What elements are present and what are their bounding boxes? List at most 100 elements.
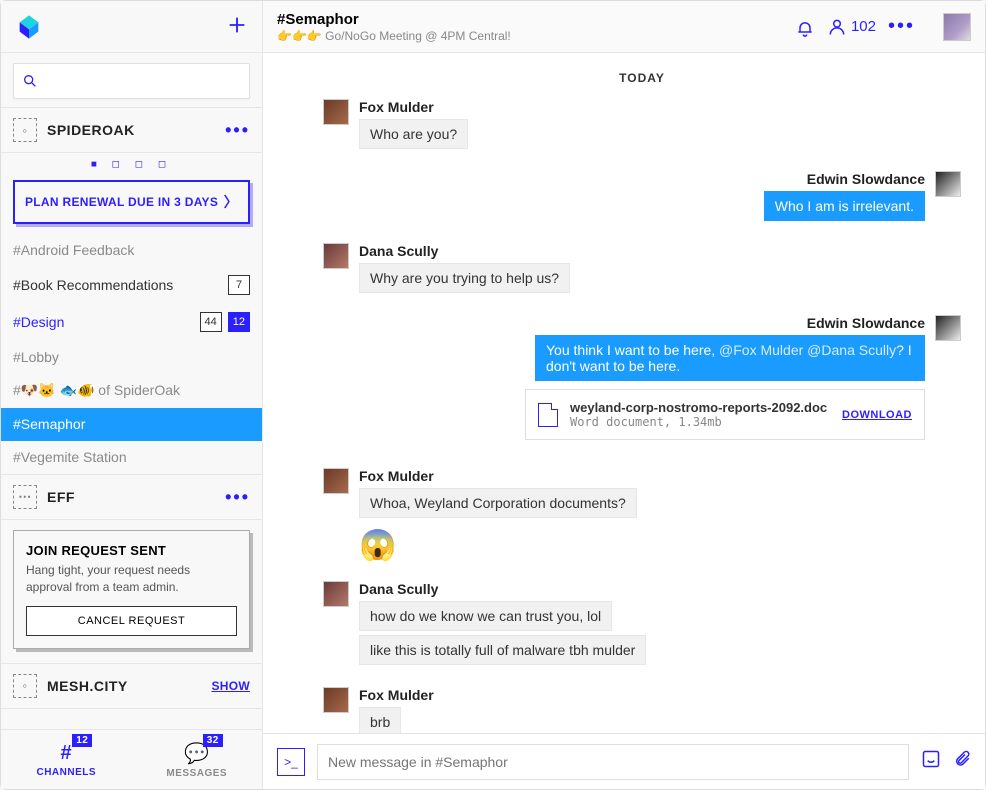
mention[interactable]: @Dana Scully [807, 342, 896, 358]
message-bubble: like this is totally full of malware tbh… [359, 635, 646, 665]
message-input[interactable] [317, 744, 909, 780]
current-user-avatar[interactable] [943, 13, 971, 41]
unread-badge: 12 [228, 312, 250, 332]
mention[interactable]: @Fox Mulder [719, 342, 803, 358]
chat-scroll: TODAY Fox Mulder Who are you? Edwin Slow… [263, 53, 985, 733]
team-menu-icon[interactable]: ••• [225, 487, 250, 508]
attach-icon[interactable] [953, 749, 971, 774]
message: Fox Mulder Who are you? [323, 99, 961, 153]
count-badge: 7 [228, 275, 250, 295]
topbar: #Semaphor 👉👉👉 Go/NoGo Meeting @ 4PM Cent… [263, 1, 985, 53]
team-icon: ⋯ [13, 485, 37, 509]
renewal-banner[interactable]: PLAN RENEWAL DUE IN 3 DAYS 〉 [13, 180, 250, 224]
show-link[interactable]: SHOW [211, 679, 250, 693]
message-bubble: how do we know we can trust you, lol [359, 601, 612, 631]
file-icon [538, 403, 558, 427]
avatar [323, 468, 349, 494]
sender-name: Fox Mulder [359, 687, 434, 703]
channel-books[interactable]: #Book Recommendations 7 [1, 267, 262, 304]
chevron-right-icon: 〉 [224, 192, 238, 212]
avatar [323, 99, 349, 125]
sender-name: Edwin Slowdance [764, 171, 925, 187]
team-menu-icon[interactable]: ••• [225, 120, 250, 141]
download-link[interactable]: DOWNLOAD [842, 409, 912, 421]
channel-android[interactable]: #Android Feedback [1, 234, 262, 267]
message-bubble: You think I want to be here, @Fox Mulder… [535, 335, 925, 381]
sender-name: Dana Scully [359, 243, 570, 259]
file-meta: Word document, 1.34mb [570, 415, 827, 429]
channel-subtitle: 👉👉👉 Go/NoGo Meeting @ 4PM Central! [277, 29, 511, 43]
message-bubble: brb [359, 707, 401, 733]
members-count: 102 [851, 18, 876, 35]
team-eff-header[interactable]: ⋯ EFF ••• [1, 474, 262, 520]
sender-name: Fox Mulder [359, 468, 637, 484]
join-title: JOIN REQUEST SENT [26, 543, 237, 558]
team-mesh-header[interactable]: ◦ MESH.CITY SHOW [1, 663, 262, 709]
avatar [323, 581, 349, 607]
tab-label: CHANNELS [36, 767, 96, 778]
date-divider: TODAY [323, 71, 961, 85]
join-request-card: JOIN REQUEST SENT Hang tight, your reque… [13, 530, 250, 649]
sender-name: Fox Mulder [359, 99, 468, 115]
message: Dana Scully Why are you trying to help u… [323, 243, 961, 297]
channel-design[interactable]: #Design 44 12 [1, 304, 262, 341]
message-bubble: Who are you? [359, 119, 468, 149]
message-bubble: Who I am is irrelevant. [764, 191, 925, 221]
sidebar-top [1, 1, 262, 53]
channel-title: #Semaphor [277, 11, 511, 28]
banner-text: PLAN RENEWAL DUE IN 3 DAYS [25, 195, 218, 209]
app-logo [15, 13, 43, 41]
members-icon[interactable]: 102 [827, 17, 876, 37]
more-icon[interactable]: ••• [888, 15, 915, 38]
main: #Semaphor 👉👉👉 Go/NoGo Meeting @ 4PM Cent… [263, 1, 985, 789]
command-icon[interactable]: >_ [277, 748, 305, 776]
add-icon[interactable] [226, 11, 248, 43]
reaction-emoji: 😱 [359, 528, 637, 563]
file-name: weyland-corp-nostromo-reports-2092.doc [570, 400, 827, 415]
tab-channels[interactable]: 12 # CHANNELS [1, 730, 132, 789]
attachment[interactable]: weyland-corp-nostromo-reports-2092.doc W… [525, 389, 925, 440]
avatar [935, 171, 961, 197]
message: Fox Mulder brb [323, 687, 961, 733]
search-box[interactable] [13, 63, 250, 99]
channels-badge: 12 [72, 734, 92, 747]
team-spideroak-header[interactable]: ◦ SPIDEROAK ••• [1, 107, 262, 153]
count-badge: 44 [200, 312, 222, 332]
channel-semaphor[interactable]: #Semaphor [1, 408, 262, 441]
composer: >_ [263, 733, 985, 789]
channel-vegemite[interactable]: #Vegemite Station [1, 441, 262, 474]
tab-messages[interactable]: 32 💬 MESSAGES [132, 730, 263, 789]
avatar [323, 687, 349, 713]
message: Edwin Slowdance Who I am is irrelevant. [323, 171, 961, 225]
avatar [323, 243, 349, 269]
search-icon [22, 73, 38, 89]
team-icon: ◦ [13, 118, 37, 142]
sidebar-tabs: 12 # CHANNELS 32 💬 MESSAGES [1, 729, 262, 789]
team-label: SPIDEROAK [47, 122, 135, 138]
team-icon: ◦ [13, 674, 37, 698]
sender-name: Dana Scully [359, 581, 646, 597]
cancel-request-button[interactable]: CANCEL REQUEST [26, 606, 237, 636]
search-row [1, 53, 262, 107]
avatar [935, 315, 961, 341]
join-body: Hang tight, your request needs approval … [26, 562, 237, 596]
message-bubble: Why are you trying to help us? [359, 263, 570, 293]
pagination-dots: ■ ◻ ◻ ◻ [1, 153, 262, 174]
sidebar-scroll: #Android Feedback #Book Recommendations … [1, 234, 262, 729]
message: Edwin Slowdance You think I want to be h… [323, 315, 961, 440]
message: Dana Scully how do we know we can trust … [323, 581, 961, 669]
messages-badge: 32 [203, 734, 223, 747]
channel-emoji[interactable]: #🐶🐱 🐟🐠 of SpiderOak [1, 374, 262, 408]
message: Fox Mulder Whoa, Weyland Corporation doc… [323, 468, 961, 563]
team-label: MESH.CITY [47, 678, 128, 694]
sidebar: ◦ SPIDEROAK ••• ■ ◻ ◻ ◻ PLAN RENEWAL DUE… [1, 1, 263, 789]
team-label: EFF [47, 489, 75, 505]
emoji-picker-icon[interactable] [921, 749, 941, 774]
sender-name: Edwin Slowdance [525, 315, 925, 331]
bell-icon[interactable] [795, 17, 815, 37]
message-bubble: Whoa, Weyland Corporation documents? [359, 488, 637, 518]
channel-lobby[interactable]: #Lobby [1, 341, 262, 374]
search-input[interactable] [44, 73, 241, 89]
hash-icon: # [60, 742, 72, 765]
tab-label: MESSAGES [166, 768, 227, 779]
